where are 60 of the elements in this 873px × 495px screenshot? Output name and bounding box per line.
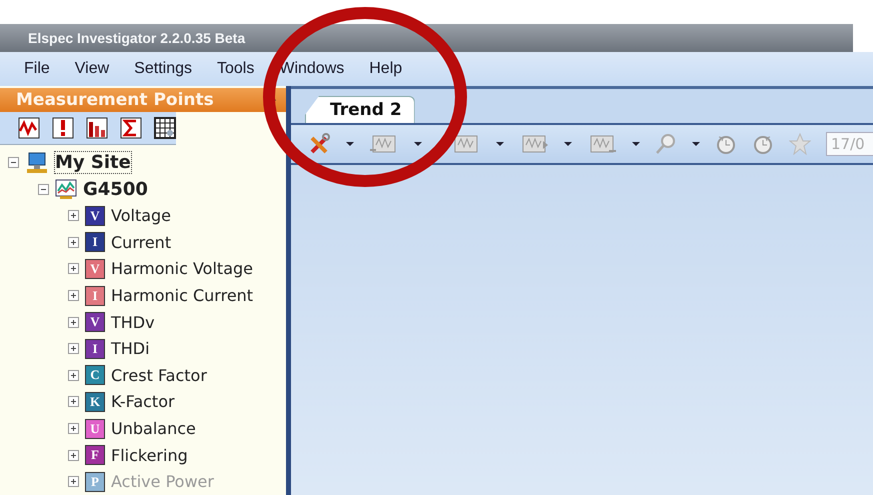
expand-icon[interactable] [68,450,79,461]
collapse-icon[interactable] [38,184,49,195]
panel-title: Measurement Points [16,90,214,110]
menu-item[interactable]: View [74,58,110,80]
tree-item[interactable]: Flickering [111,446,188,465]
tree-item[interactable]: Unbalance [111,419,196,438]
tree-item[interactable]: Crest Factor [111,366,207,385]
caret-icon[interactable] [414,142,422,146]
collapse-icon[interactable] [8,157,19,168]
expand-icon[interactable] [68,236,79,248]
tree-item[interactable]: G4500 [83,178,148,200]
menu-item[interactable]: Settings [134,58,192,80]
channel-badge: K [85,392,105,412]
channel-badge: I [85,232,105,252]
expand-icon[interactable] [68,423,79,434]
channel-badge: V [85,312,105,332]
channel-badge: U [85,418,105,439]
tree-item[interactable]: K-Factor [111,392,175,412]
alert-icon[interactable] [52,116,74,139]
expand-icon[interactable] [68,476,79,488]
tree-item[interactable]: Harmonic Voltage [111,259,253,278]
tree-item[interactable]: My Site [55,152,131,174]
caret-icon[interactable] [692,142,700,146]
device-chart-icon[interactable] [55,178,77,200]
menu-item[interactable]: Windows [279,58,344,80]
window-title: Elspec Investigator 2.2.0.35 Beta [0,24,853,52]
expand-icon[interactable] [68,316,79,328]
expand-icon[interactable] [68,263,79,274]
expand-icon[interactable] [68,370,79,381]
tree-item[interactable]: THDi [111,339,150,358]
menu-item[interactable]: File [24,58,50,80]
menu-item[interactable]: Help [369,58,402,80]
tools-icon[interactable] [309,133,331,155]
waveform-chart-icon[interactable] [18,116,40,139]
expand-icon[interactable] [68,210,79,222]
channel-badge: I [85,286,105,306]
expand-icon[interactable] [68,290,79,302]
channel-badge: P [85,472,105,492]
channel-badge: F [85,445,105,466]
channel-badge: I [85,338,105,359]
channel-badge: V [85,258,105,279]
menu-item[interactable]: Tools [216,58,254,80]
caret-icon[interactable] [564,142,572,146]
caret-icon[interactable] [632,142,640,146]
expand-icon[interactable] [68,396,79,408]
grid-icon[interactable] [154,116,176,139]
sigma-icon[interactable] [120,116,142,139]
tree-item[interactable]: Voltage [111,206,172,226]
caret-icon[interactable] [346,142,354,146]
channel-badge: V [85,206,105,226]
star-icon[interactable] [789,133,811,155]
expand-icon[interactable] [68,343,79,354]
tree-item[interactable]: Current [111,232,172,252]
tab[interactable]: Trend 2 [305,96,415,123]
tree-item[interactable]: Harmonic Current [111,286,254,306]
computer-icon[interactable] [25,152,49,174]
caret-icon[interactable] [496,142,504,146]
bar-chart-icon[interactable] [86,116,108,139]
channel-badge: C [85,365,105,386]
tree-item[interactable]: THDv [111,312,155,332]
